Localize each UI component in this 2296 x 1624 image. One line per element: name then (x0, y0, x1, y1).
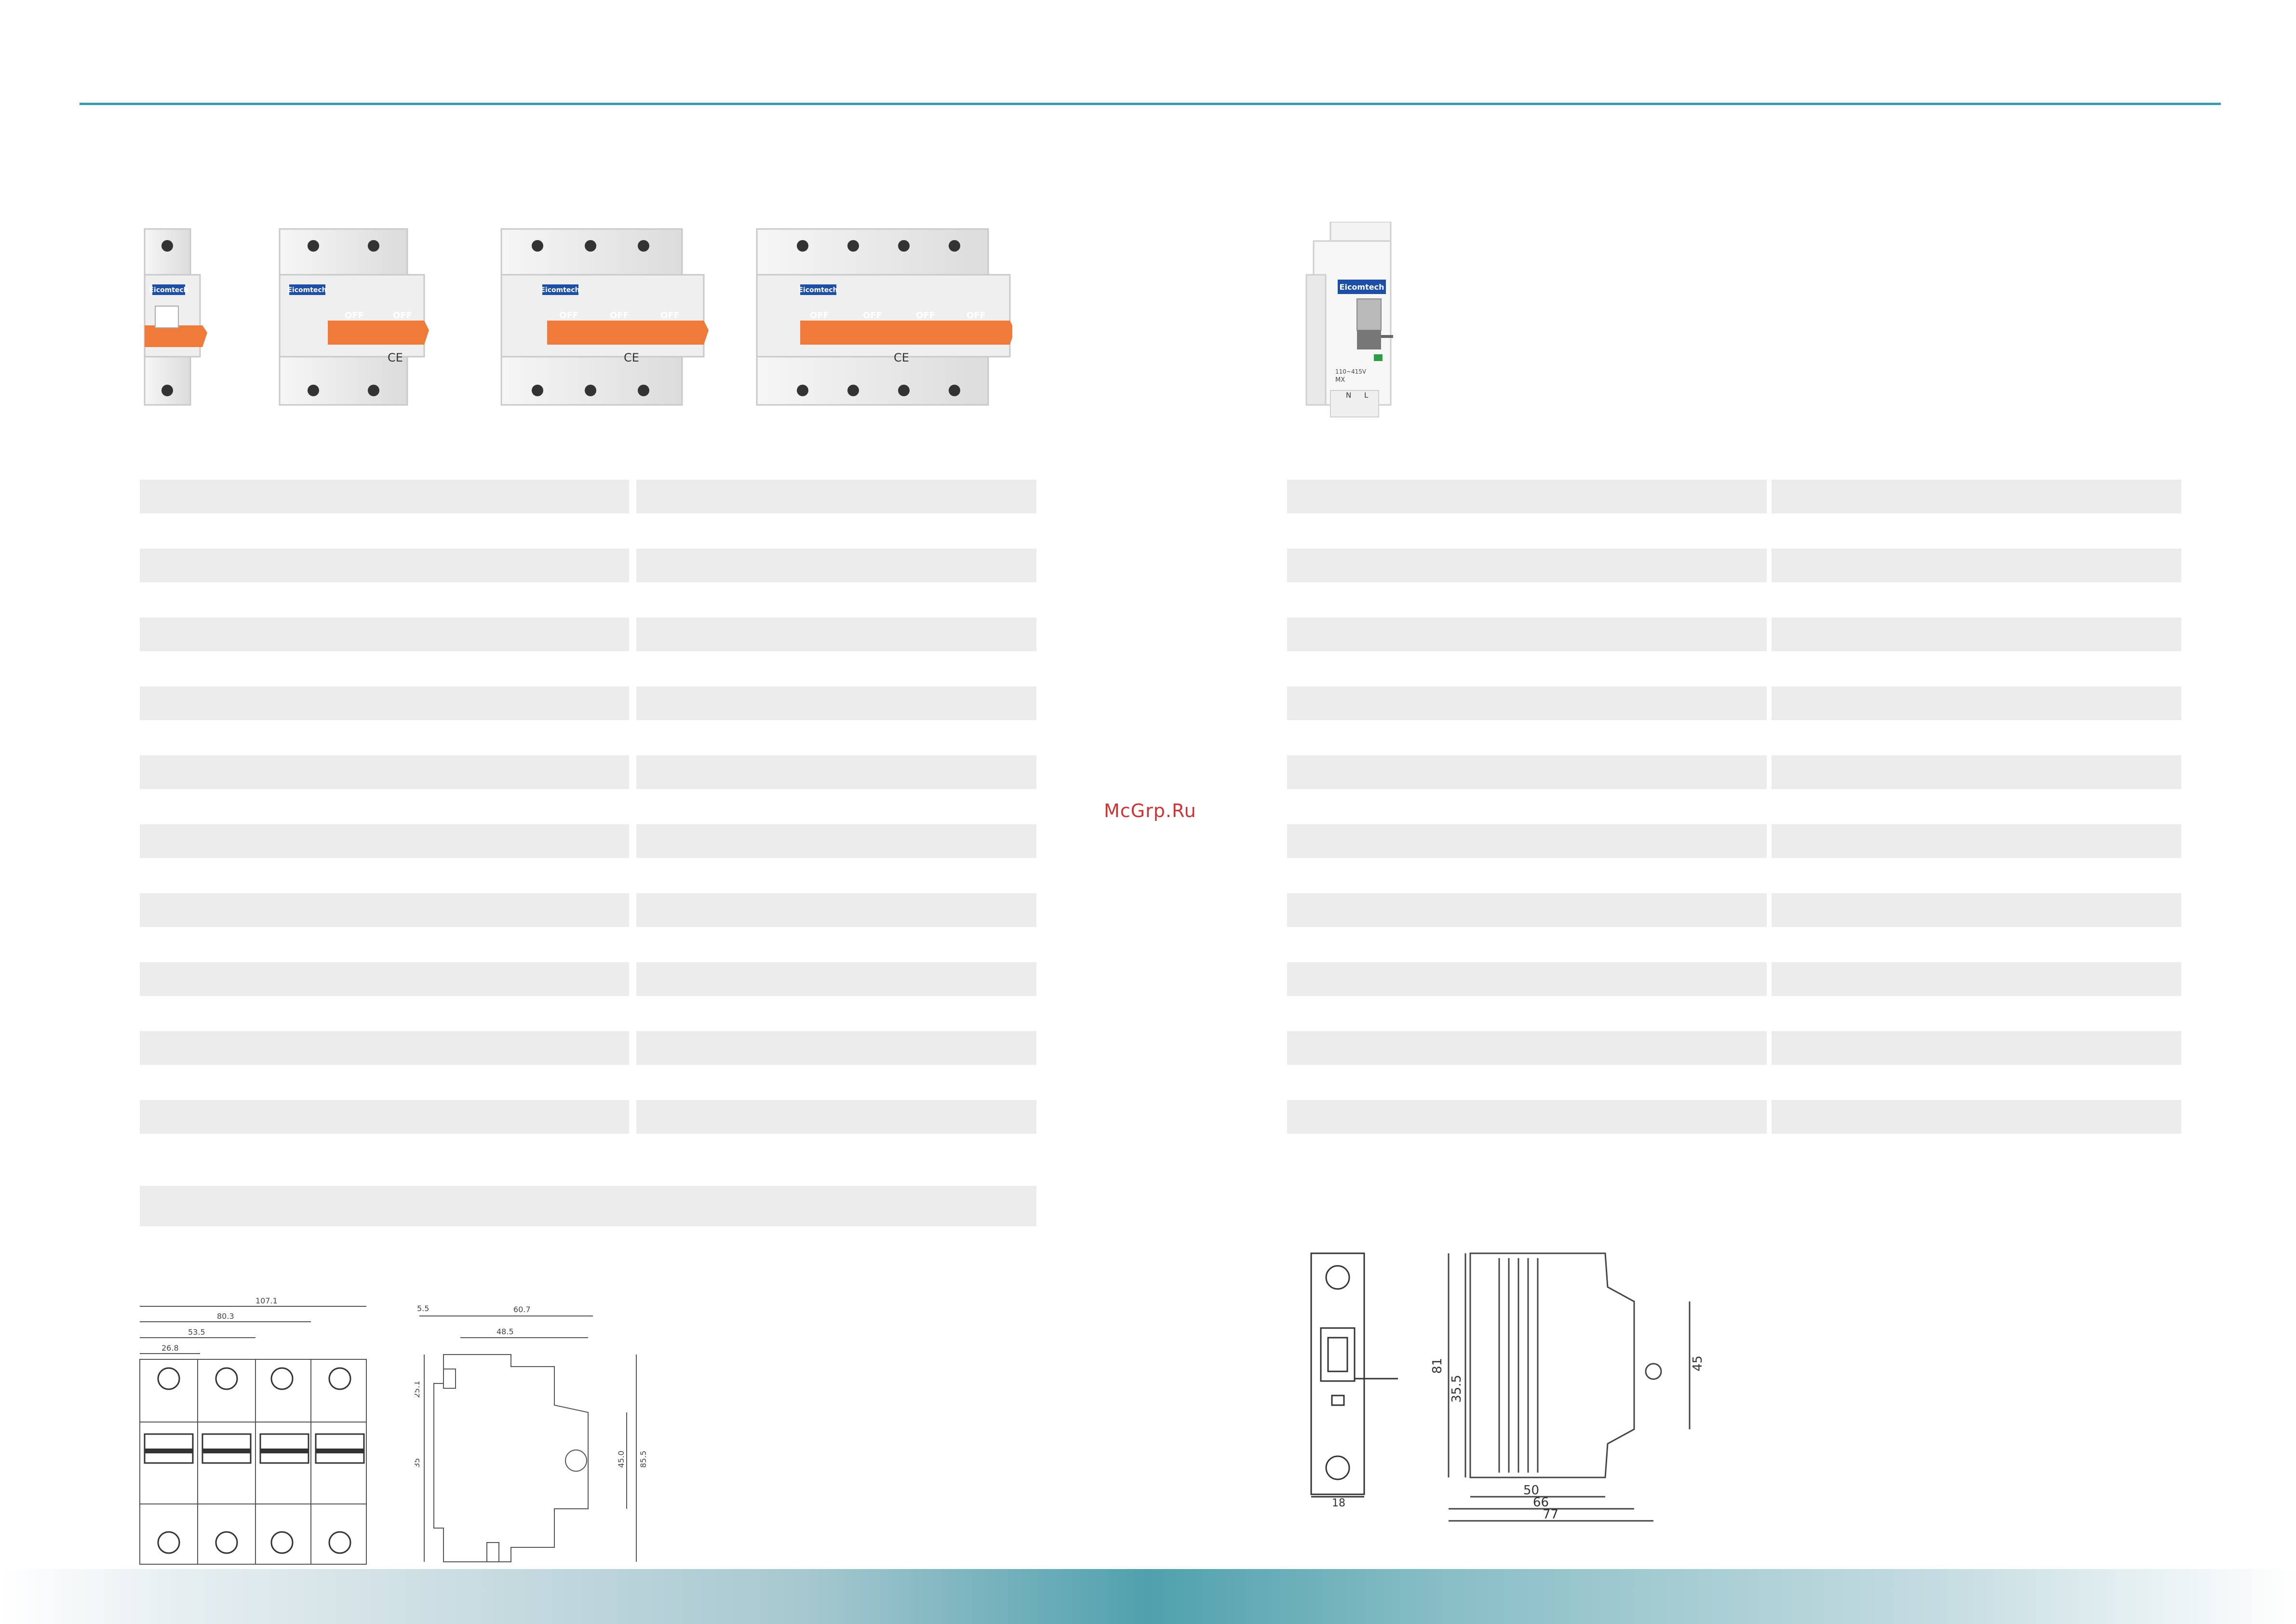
svg-text:35: 35 (415, 1458, 421, 1468)
table-row (140, 686, 629, 720)
table-row (140, 755, 629, 789)
svg-text:Eicomtech: Eicomtech (287, 286, 326, 294)
table-row (140, 480, 629, 513)
shunt-front-dimension-drawing: 18 (1310, 1252, 1398, 1509)
svg-text:85.5: 85.5 (639, 1450, 648, 1468)
table-row (1287, 962, 1767, 996)
svg-text:OFF: OFF (660, 310, 680, 321)
table-row (1287, 1031, 1767, 1065)
svg-text:OFF: OFF (161, 312, 178, 321)
svg-text:OFF: OFF (393, 310, 412, 321)
footer-gradient-band (0, 1569, 2296, 1624)
svg-text:CE: CE (894, 351, 909, 364)
table-row (636, 755, 1036, 789)
table-row (636, 962, 1036, 996)
table-row (1287, 686, 1767, 720)
table-row (1772, 686, 2181, 720)
svg-text:OFF: OFF (967, 310, 986, 321)
table-row (636, 617, 1036, 651)
svg-text:81: 81 (1430, 1358, 1445, 1374)
table-row (1772, 962, 2181, 996)
table-row (1287, 1100, 1767, 1134)
svg-text:48.5: 48.5 (497, 1327, 514, 1336)
svg-text:26.8: 26.8 (161, 1343, 179, 1353)
table-row (1772, 617, 2181, 651)
svg-text:OFF: OFF (559, 310, 578, 321)
table-row (636, 549, 1036, 582)
mcb-1p-photo: Eicomtech OFF (144, 228, 207, 406)
table-row (140, 1031, 629, 1065)
table-row (636, 824, 1036, 858)
table-row (1772, 1100, 2181, 1134)
svg-text:45.0: 45.0 (617, 1450, 626, 1468)
svg-text:60.7: 60.7 (513, 1305, 531, 1314)
table-row (636, 686, 1036, 720)
svg-text:CE: CE (388, 351, 403, 364)
mcb-front-dimension-drawing: 107.1 80.3 53.5 26.8 (139, 1296, 367, 1565)
table-row (1287, 480, 1767, 513)
svg-text:OFF: OFF (863, 310, 882, 321)
table-row (636, 480, 1036, 513)
table-row (1772, 549, 2181, 582)
svg-text:N: N (1346, 391, 1351, 400)
shunt-side-dimension-drawing: 81 35.5 45 50 66 77 (1430, 1252, 1705, 1522)
header-rule (80, 103, 2221, 105)
svg-text:Eicomtech: Eicomtech (1340, 282, 1384, 292)
table-row (140, 962, 629, 996)
table-row (1287, 824, 1767, 858)
table-row (1287, 549, 1767, 582)
table-row (636, 893, 1036, 927)
mcb-product-photos: Eicomtech OFF Eicomtech OFF OFF CE Eicom… (144, 228, 1012, 406)
svg-text:OFF: OFF (916, 310, 935, 321)
svg-text:18: 18 (1332, 1497, 1345, 1509)
table-row (1287, 617, 1767, 651)
svg-text:OFF: OFF (345, 310, 364, 321)
table-row (1772, 755, 2181, 789)
table-row (140, 617, 629, 651)
table-row (140, 824, 629, 858)
table-row (140, 1186, 1036, 1226)
svg-text:L: L (1364, 391, 1369, 400)
mcb-4p-photo: Eicomtech OFF OFF OFF OFF CE (756, 228, 1012, 406)
svg-text:107.1: 107.1 (255, 1296, 278, 1305)
table-row (140, 1100, 629, 1134)
svg-text:Eicomtech: Eicomtech (798, 286, 837, 294)
table-row (1287, 893, 1767, 927)
table-row (1772, 1031, 2181, 1065)
svg-text:45: 45 (1691, 1356, 1705, 1371)
brand-text: Eicomtech (149, 286, 188, 294)
svg-text:OFF: OFF (610, 310, 629, 321)
svg-text:CE: CE (624, 351, 639, 364)
table-row (140, 549, 629, 582)
shunt-product-photo: Eicomtech 110~415V MX N L (1305, 222, 1393, 417)
svg-text:110~415V: 110~415V (1335, 368, 1367, 375)
mcb-3p-photo: Eicomtech OFF OFF OFF CE (500, 228, 709, 406)
table-row (1772, 893, 2181, 927)
table-row (140, 893, 629, 927)
table-row (1287, 755, 1767, 789)
svg-text:53.5: 53.5 (188, 1328, 205, 1337)
svg-text:25.1: 25.1 (415, 1381, 421, 1398)
svg-text:80.3: 80.3 (217, 1312, 234, 1321)
svg-text:77: 77 (1543, 1507, 1558, 1522)
watermark-text: McGrp.Ru (1104, 800, 1196, 821)
table-row (636, 1100, 1036, 1134)
svg-text:Eicomtech: Eicomtech (540, 286, 579, 294)
table-row (1772, 824, 2181, 858)
table-row (1772, 480, 2181, 513)
mcb-side-dimension-drawing: 5.5 60.7 48.5 25.1 35 45.0 85.5 (415, 1304, 648, 1562)
mcb-2p-photo: Eicomtech OFF OFF CE (279, 228, 429, 406)
svg-text:OFF: OFF (810, 310, 829, 321)
svg-text:MX: MX (1335, 376, 1345, 384)
svg-text:35.5: 35.5 (1450, 1375, 1464, 1403)
svg-text:5.5: 5.5 (417, 1304, 429, 1313)
table-row (636, 1031, 1036, 1065)
